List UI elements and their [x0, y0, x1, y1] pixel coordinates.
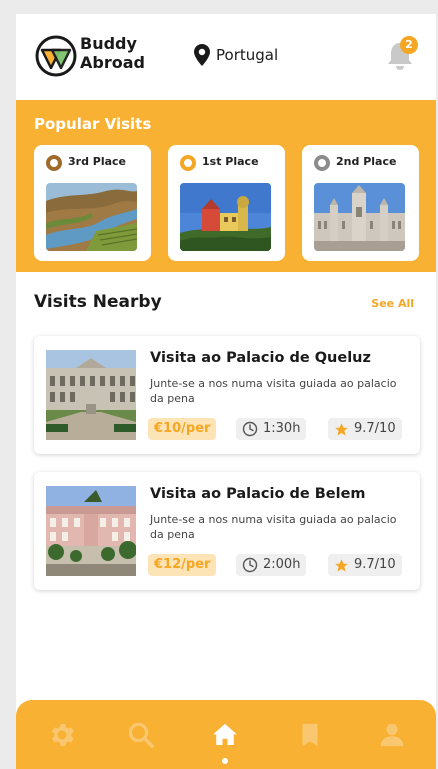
visit-card-queluz[interactable]: Visita ao Palacio de Queluz Junte-se a n…: [34, 336, 420, 454]
duration-text: 1:30h: [263, 421, 301, 436]
brand-line-1: Buddy: [80, 34, 137, 53]
star-icon: [335, 558, 348, 571]
silver-ring-icon: [314, 155, 330, 171]
duration-badge: 1:30h: [236, 418, 307, 440]
rating-text: 9.7/10: [354, 421, 396, 436]
visit-title: Visita ao Palacio de Queluz: [150, 350, 371, 366]
home-icon: [213, 723, 237, 745]
visit-description: Junte-se a nos numa visita guiada ao pal…: [150, 513, 397, 541]
visits-nearby-title: Visits Nearby: [34, 292, 162, 312]
visit-description: Junte-se a nos numa visita guiada ao pal…: [150, 377, 397, 405]
gold-ring-icon: [180, 155, 196, 171]
star-icon: [335, 422, 348, 435]
popular-card-label: 3rd Place: [68, 155, 127, 168]
brand-name: Buddy Abroad: [80, 34, 145, 72]
rating-badge: 9.7/10: [328, 418, 402, 440]
notification-badge: 2: [400, 36, 418, 54]
rating-text: 9.7/10: [354, 557, 396, 572]
popular-card-2nd[interactable]: 2nd Place: [302, 145, 419, 261]
popular-visits-section: Popular Visits 3rd Place 1st Place 2nd P…: [16, 100, 436, 272]
buddy-abroad-logo[interactable]: [34, 34, 78, 78]
search-icon: [128, 722, 154, 748]
popular-card-label: 1st Place: [202, 155, 259, 168]
clock-icon: [242, 421, 258, 437]
bronze-ring-icon: [46, 155, 62, 171]
nav-home[interactable]: [210, 720, 240, 750]
douro-valley-image: [46, 183, 137, 251]
duration-text: 2:00h: [263, 557, 301, 572]
app-header: Buddy Abroad Portugal 2: [16, 14, 436, 100]
active-indicator: [222, 758, 228, 764]
see-all-link[interactable]: See All: [371, 297, 414, 310]
nav-bookmarks[interactable]: [295, 720, 325, 750]
popular-visits-title: Popular Visits: [34, 115, 152, 133]
jeronimos-monastery-image: [314, 183, 405, 251]
nav-settings[interactable]: [47, 720, 77, 750]
belem-palace-image: [46, 486, 136, 576]
rating-badge: 9.7/10: [328, 554, 402, 576]
popular-card-label: 2nd Place: [336, 155, 397, 168]
app-screen: Buddy Abroad Portugal 2 Popular Visits 3…: [16, 14, 436, 769]
user-icon: [380, 723, 404, 747]
popular-card-1st[interactable]: 1st Place: [168, 145, 285, 261]
visit-title: Visita ao Palacio de Belem: [150, 486, 366, 502]
pena-palace-image: [180, 183, 271, 251]
duration-badge: 2:00h: [236, 554, 307, 576]
popular-card-3rd[interactable]: 3rd Place: [34, 145, 151, 261]
location-label: Portugal: [216, 46, 279, 64]
bookmark-icon: [302, 723, 318, 747]
nav-profile[interactable]: [377, 720, 407, 750]
nav-search[interactable]: [126, 720, 156, 750]
gear-icon: [51, 724, 74, 746]
price-badge: €10/per: [148, 418, 217, 440]
visit-card-belem[interactable]: Visita ao Palacio de Belem Junte-se a no…: [34, 472, 420, 590]
location-selector[interactable]: Portugal: [194, 44, 278, 66]
map-pin-icon: [194, 44, 210, 66]
bottom-navigation: [16, 700, 436, 769]
queluz-palace-image: [46, 350, 136, 440]
brand-line-2: Abroad: [80, 53, 145, 72]
price-badge: €12/per: [148, 554, 217, 576]
clock-icon: [242, 557, 258, 573]
